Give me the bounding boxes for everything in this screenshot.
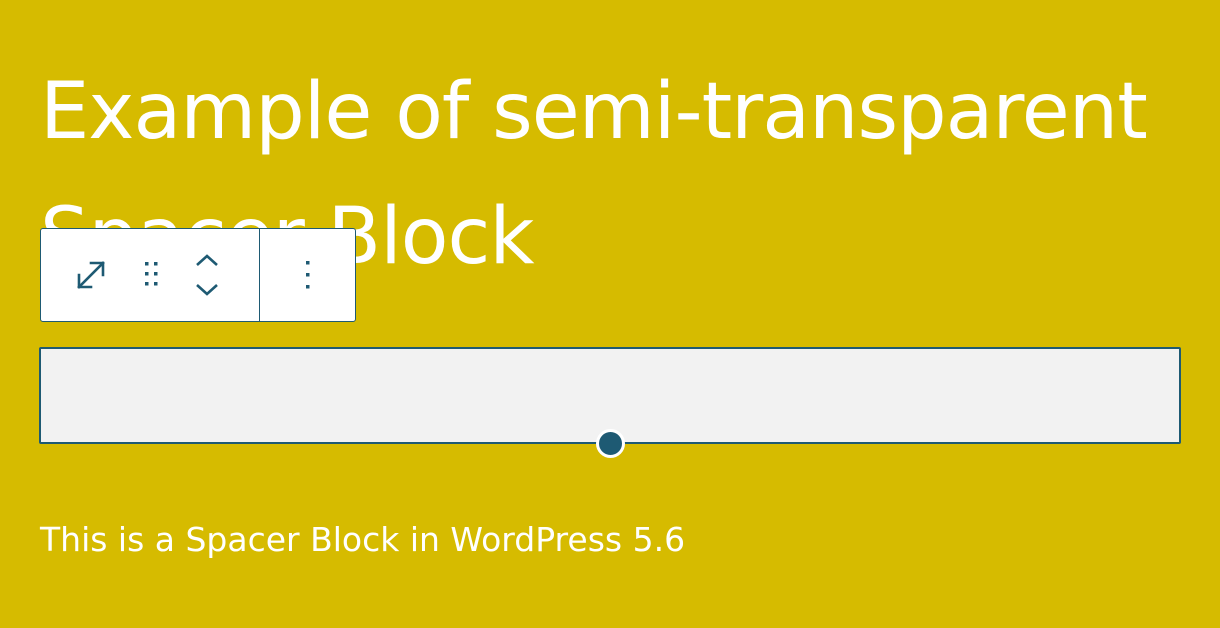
move-up-button[interactable] (187, 245, 227, 275)
spacer-resize-handle[interactable] (596, 429, 625, 458)
drag-block-button[interactable] (127, 230, 177, 320)
paragraph-text: This is a Spacer Block in WordPress 5.6 (40, 520, 686, 559)
resize-arrows-icon (73, 257, 109, 293)
toolbar-main-group (41, 229, 260, 321)
toolbar-more-group (260, 229, 355, 321)
chevron-down-icon (194, 282, 220, 298)
more-options-button[interactable] (278, 230, 338, 320)
block-toolbar (40, 228, 356, 322)
transform-block-button[interactable] (55, 230, 127, 320)
move-down-button[interactable] (187, 275, 227, 305)
chevron-up-icon (194, 252, 220, 268)
more-options-icon (304, 258, 312, 292)
drag-handle-icon (143, 260, 161, 290)
move-buttons (177, 230, 237, 320)
